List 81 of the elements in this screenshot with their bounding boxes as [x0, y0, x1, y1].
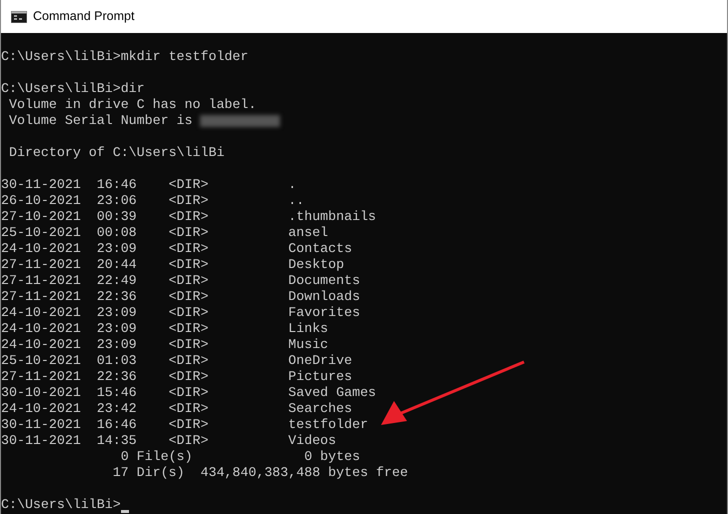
- entry-time: 20:44: [96, 257, 138, 273]
- entry-name: .thumbnails: [288, 209, 376, 225]
- console-line: C:\Users\lilBi>mkdir testfolder: [1, 49, 248, 65]
- entry-name: ansel: [288, 225, 328, 241]
- entry-time: 22:49: [96, 273, 138, 289]
- window-title: Command Prompt: [33, 8, 134, 26]
- entry-time: 14:35: [96, 433, 138, 449]
- entry-date: 27-11-2021: [1, 369, 82, 385]
- entry-name: Favorites: [288, 305, 360, 321]
- entry-name: Documents: [288, 273, 360, 289]
- entry-date: 27-11-2021: [1, 289, 82, 305]
- entry-time: 00:39: [96, 209, 138, 225]
- entry-type: <DIR>: [168, 369, 210, 385]
- entry-time: 23:42: [96, 401, 138, 417]
- entry-date: 24-10-2021: [1, 337, 82, 353]
- command-prompt: C:\Users\lilBi>: [1, 497, 121, 513]
- entry-date: 24-10-2021: [1, 241, 82, 257]
- entry-date: 27-11-2021: [1, 257, 82, 273]
- entry-type: <DIR>: [168, 337, 210, 353]
- entry-time: 23:09: [96, 305, 138, 321]
- entry-name: Saved Games: [288, 385, 376, 401]
- entry-name: Pictures: [288, 369, 352, 385]
- entry-time: 16:46: [96, 417, 138, 433]
- entry-type: <DIR>: [168, 385, 210, 401]
- entry-name: Contacts: [288, 241, 352, 257]
- entry-time: 23:09: [96, 337, 138, 353]
- entry-type: <DIR>: [168, 193, 210, 209]
- entry-type: <DIR>: [168, 241, 210, 257]
- entry-type: <DIR>: [168, 353, 210, 369]
- entry-name: Videos: [288, 433, 336, 449]
- entry-type: <DIR>: [168, 321, 210, 337]
- console-line: C:\Users\lilBi>dir: [1, 81, 145, 97]
- entry-date: 30-11-2021: [1, 417, 82, 433]
- entry-type: <DIR>: [168, 209, 210, 225]
- text-cursor: [120, 510, 129, 513]
- entry-date: 27-11-2021: [1, 273, 82, 289]
- entry-time: 23:09: [96, 241, 138, 257]
- entry-type: <DIR>: [168, 225, 210, 241]
- entry-name: Downloads: [288, 289, 360, 305]
- entry-time: 16:46: [96, 177, 138, 193]
- summary-size: 434,840,383,488 bytes free: [200, 465, 408, 481]
- console-line: Volume Serial Number is: [8, 113, 193, 129]
- entry-name: Desktop: [288, 257, 344, 273]
- entry-date: 30-10-2021: [1, 385, 82, 401]
- entry-date: 25-10-2021: [1, 353, 82, 369]
- entry-name: .: [288, 177, 296, 193]
- entry-time: 23:06: [96, 193, 138, 209]
- entry-type: <DIR>: [168, 305, 210, 321]
- entry-date: 24-10-2021: [1, 305, 82, 321]
- entry-date: 30-11-2021: [1, 177, 82, 193]
- entry-time: 00:08: [96, 225, 138, 241]
- entry-type: <DIR>: [168, 257, 210, 273]
- entry-time: 01:03: [96, 353, 138, 369]
- entry-date: 24-10-2021: [1, 321, 82, 337]
- entry-type: <DIR>: [168, 289, 210, 305]
- entry-date: 27-10-2021: [1, 209, 82, 225]
- entry-type: <DIR>: [168, 417, 210, 433]
- entry-type: <DIR>: [168, 273, 210, 289]
- summary-count: 0 File(s): [120, 449, 193, 465]
- entry-type: <DIR>: [168, 177, 210, 193]
- entry-name: Links: [288, 321, 328, 337]
- entry-name: ..: [288, 193, 304, 209]
- entry-name: Searches: [288, 401, 352, 417]
- entry-time: 23:09: [96, 321, 138, 337]
- entry-name: Music: [288, 337, 328, 353]
- summary-count: 17 Dir(s): [112, 465, 185, 481]
- entry-time: 22:36: [96, 369, 138, 385]
- summary-size: 0 bytes: [304, 449, 360, 465]
- entry-date: 24-10-2021: [1, 401, 82, 417]
- entry-type: <DIR>: [168, 401, 210, 417]
- entry-name: OneDrive: [288, 353, 352, 369]
- console-line: Directory of C:\Users\lilBi: [8, 145, 224, 161]
- entry-date: 25-10-2021: [1, 225, 82, 241]
- console-line: Volume in drive C has no label.: [8, 97, 256, 113]
- entry-name: testfolder: [288, 417, 368, 433]
- entry-date: 30-11-2021: [1, 433, 82, 449]
- entry-type: <DIR>: [168, 433, 210, 449]
- entry-time: 15:46: [96, 385, 138, 401]
- entry-date: 26-10-2021: [1, 193, 82, 209]
- console-app-icon: [11, 10, 27, 22]
- entry-time: 22:36: [96, 289, 138, 305]
